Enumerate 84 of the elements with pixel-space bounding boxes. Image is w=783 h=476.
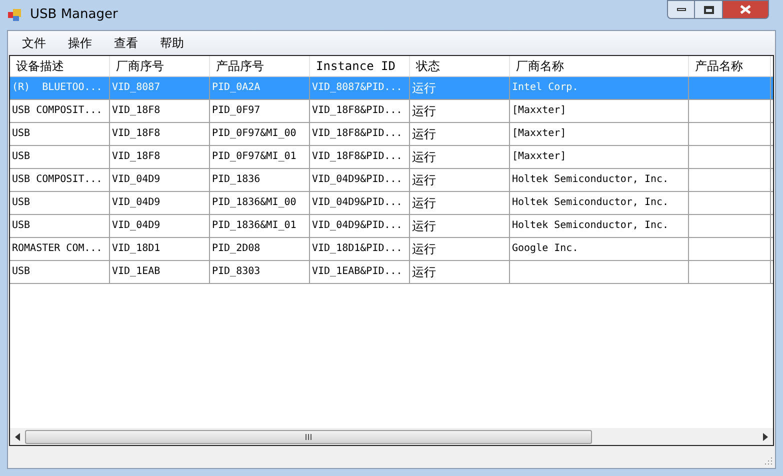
table-cell: 运行 <box>410 77 510 99</box>
table-cell: PID_0F97&MI_01 <box>210 146 310 168</box>
table-cell: VID_04D9&PID... <box>310 169 410 191</box>
table-cell: PID_1836&MI_00 <box>210 192 310 214</box>
maximize-button[interactable] <box>695 0 722 19</box>
table-cell: [Maxxter] <box>510 100 689 122</box>
table-cell: VID_18F8 <box>110 100 210 122</box>
table-row[interactable]: ROMASTER COM... VID_18D1 PID_2D08 VID_18D1&PID... 运行 Google Inc. <box>10 238 773 261</box>
table-cell: Holtek Semiconductor, Inc. <box>510 169 689 191</box>
menu-item[interactable]: 查看 <box>114 34 138 52</box>
scrollbar-thumb[interactable] <box>25 430 592 444</box>
table-cell: 运行 <box>410 169 510 191</box>
table-row[interactable]: USB VID_18F8 PID_0F97&MI_00 VID_18F8&PID... 运行 [Maxxter] <box>10 123 773 146</box>
table-cell: Holtek Semiconductor, Inc. <box>510 215 689 237</box>
column-header[interactable]: 厂商名称 <box>510 56 689 76</box>
table-cell: [Maxxter] <box>510 146 689 168</box>
resize-grip-icon[interactable] <box>763 456 773 466</box>
table-cell: 运行 <box>410 192 510 214</box>
table-cell: VID_18D1&PID... <box>310 238 410 260</box>
column-header[interactable]: 设备描述 <box>10 56 110 76</box>
table-cell: Holtek Semiconductor, Inc. <box>510 192 689 214</box>
table-cell: VID_04D9 <box>110 215 210 237</box>
table-cell: 运行 <box>410 146 510 168</box>
table-cell: 运行 <box>410 123 510 145</box>
table-cell: USB <box>10 215 110 237</box>
table-cell: 运行 <box>410 261 510 283</box>
table-cell: USB COMPOSIT... <box>10 169 110 191</box>
menu-item[interactable]: 文件 <box>22 34 46 52</box>
grip-icon <box>305 434 312 440</box>
table-cell: VID_04D9 <box>110 169 210 191</box>
table-cell: Intel Corp. <box>510 77 689 99</box>
table-cell: USB COMPOSIT... <box>10 100 110 122</box>
table-cell: VID_8087&PID... <box>310 77 410 99</box>
table-cell: USB <box>10 261 110 283</box>
table-cell: USB <box>10 192 110 214</box>
table-cell: PID_1836&MI_01 <box>210 215 310 237</box>
table-cell: VID_18F8 <box>110 146 210 168</box>
column-header[interactable]: 产品序号 <box>210 56 310 76</box>
table-cell: VID_18F8 <box>110 123 210 145</box>
column-header[interactable]: 厂商序号 <box>110 56 210 76</box>
table-cell: [Maxxter] <box>510 123 689 145</box>
table-cell: VID_8087 <box>110 77 210 99</box>
close-button[interactable] <box>722 0 769 19</box>
table-cell: VID_04D9 <box>110 192 210 214</box>
app-icon <box>8 8 22 22</box>
column-header[interactable]: 状态 <box>410 56 510 76</box>
table-row[interactable]: USB VID_04D9 PID_1836&MI_00 VID_04D9&PID... 运行 Holtek Semiconductor, Inc. <box>10 192 773 215</box>
table-cell: PID_0A2A <box>210 77 310 99</box>
table-cell: VID_1EAB&PID... <box>310 261 410 283</box>
table-cell: 运行 <box>410 238 510 260</box>
window-title: USB Manager <box>30 6 118 24</box>
table-cell: USB <box>10 123 110 145</box>
table-cell: USB <box>10 146 110 168</box>
table-cell: VID_04D9&PID... <box>310 215 410 237</box>
menu-item[interactable]: 操作 <box>68 34 92 52</box>
table-cell: VID_18F8&PID... <box>310 123 410 145</box>
close-icon <box>740 5 751 14</box>
table-cell: VID_1EAB <box>110 261 210 283</box>
minimize-button[interactable] <box>667 0 695 19</box>
table-cell: (R) BLUETOO... <box>10 77 110 99</box>
table-row[interactable]: USB VID_1EAB PID_8303 VID_1EAB&PID... 运行 <box>10 261 773 284</box>
horizontal-scrollbar[interactable] <box>10 428 773 445</box>
table-cell: VID_18F8&PID... <box>310 100 410 122</box>
table-cell: VID_04D9&PID... <box>310 192 410 214</box>
table-cell: 运行 <box>410 215 510 237</box>
table-row[interactable]: USB VID_04D9 PID_1836&MI_01 VID_04D9&PID... 运行 Holtek Semiconductor, Inc. <box>10 215 773 238</box>
table-cell: PID_0F97&MI_00 <box>210 123 310 145</box>
left-arrow-icon[interactable] <box>15 432 20 440</box>
table-cell: ROMASTER COM... <box>10 238 110 260</box>
table-cell: PID_0F97 <box>210 100 310 122</box>
table-row[interactable]: USB COMPOSIT... VID_04D9 PID_1836 VID_04D9&PID... 运行 Holtek Semiconductor, Inc. <box>10 169 773 192</box>
table-cell: Google Inc. <box>510 238 689 260</box>
column-header[interactable]: 产品名称 <box>689 56 771 76</box>
table-cell: PID_2D08 <box>210 238 310 260</box>
table-cell: VID_18F8&PID... <box>310 146 410 168</box>
table-row[interactable]: USB VID_18F8 PID_0F97&MI_01 VID_18F8&PID... 运行 [Maxxter] <box>10 146 773 169</box>
menu-item[interactable]: 帮助 <box>160 34 184 52</box>
table-cell: VID_18D1 <box>110 238 210 260</box>
table-cell: PID_8303 <box>210 261 310 283</box>
table-cell: 运行 <box>410 100 510 122</box>
table-cell: PID_1836 <box>210 169 310 191</box>
right-arrow-icon[interactable] <box>763 432 768 440</box>
table-row[interactable]: USB COMPOSIT... VID_18F8 PID_0F97 VID_18F8&PID... 运行 [Maxxter] <box>10 100 773 123</box>
column-header[interactable]: Instance ID <box>310 56 410 76</box>
